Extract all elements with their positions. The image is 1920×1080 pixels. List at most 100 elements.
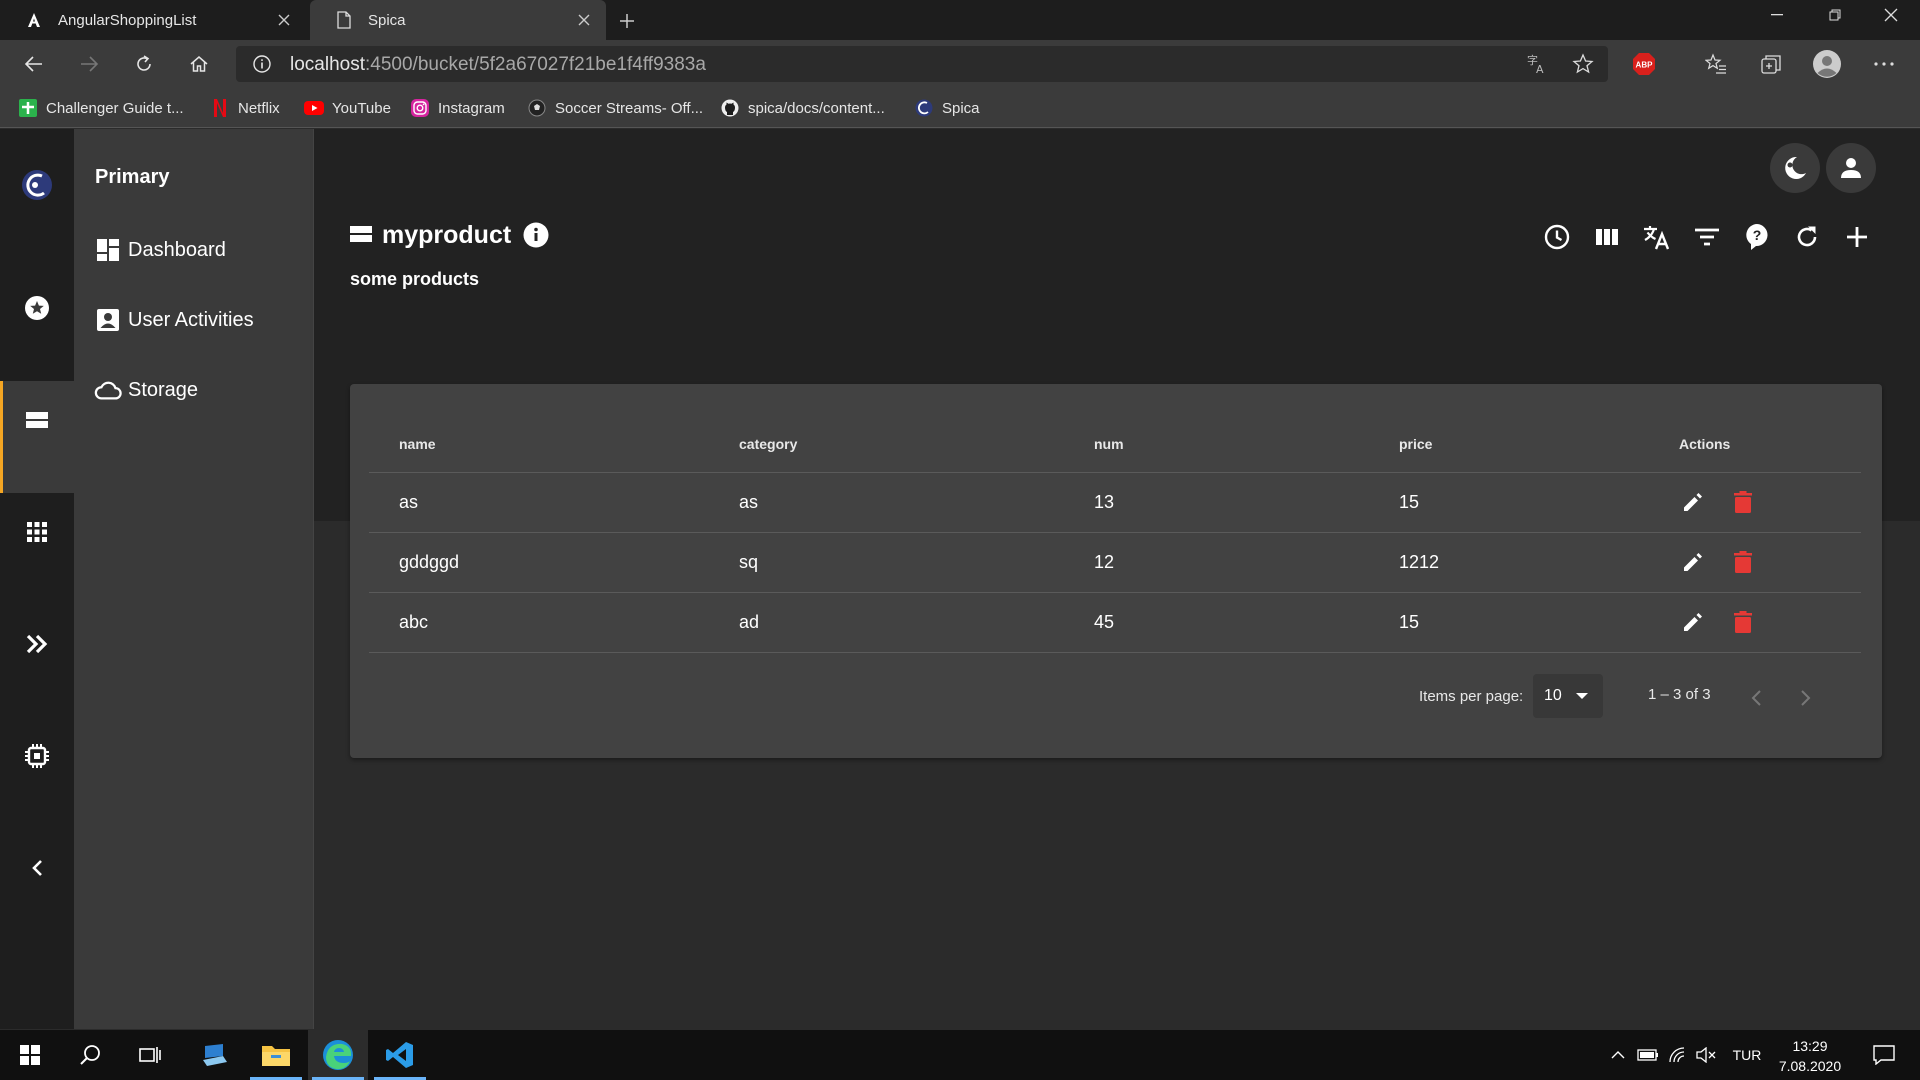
history-icon[interactable]: [1541, 221, 1573, 253]
close-tab-icon[interactable]: [274, 10, 294, 30]
data-table-card: name category num price Actions as as 13…: [350, 384, 1882, 758]
chevron-up-icon[interactable]: [1605, 1030, 1631, 1080]
page-icon: [334, 10, 354, 30]
filter-icon[interactable]: [1691, 221, 1723, 253]
column-header[interactable]: price: [1369, 416, 1679, 473]
table-row[interactable]: as as 13 15: [369, 472, 1861, 533]
start-button[interactable]: [0, 1030, 60, 1080]
clock[interactable]: 13:29 7.08.2020: [1770, 1036, 1850, 1076]
restore-button[interactable]: [1806, 0, 1864, 30]
cell-actions: [1679, 532, 1861, 593]
previous-page-button[interactable]: [1740, 682, 1772, 714]
profile-avatar[interactable]: [1811, 48, 1843, 80]
rail-primary-star-icon[interactable]: [0, 252, 74, 364]
items-per-page-select[interactable]: 10: [1533, 674, 1603, 718]
items-per-page-label: Items per page:: [1419, 688, 1524, 705]
collections-icon[interactable]: [1755, 48, 1787, 80]
forward-button[interactable]: [73, 48, 105, 80]
edge-browser-icon[interactable]: [308, 1030, 368, 1080]
more-menu-icon[interactable]: [1868, 48, 1900, 80]
menu-item-dashboard[interactable]: Dashboard: [94, 235, 226, 265]
delete-icon[interactable]: [1729, 488, 1757, 516]
bookmark-instagram[interactable]: Instagram: [410, 96, 505, 120]
translate-icon[interactable]: [1641, 221, 1673, 253]
refresh-button[interactable]: [128, 48, 160, 80]
refresh-icon[interactable]: [1791, 221, 1823, 253]
rail-chip-icon[interactable]: [0, 700, 74, 812]
bookmark-spica-docs[interactable]: spica/docs/content...: [720, 96, 885, 120]
battery-icon[interactable]: [1635, 1030, 1661, 1080]
search-icon[interactable]: [60, 1030, 120, 1080]
delete-icon[interactable]: [1729, 608, 1757, 636]
bookmark-challenger-guide[interactable]: Challenger Guide t...: [18, 96, 184, 120]
menu-item-user-activities[interactable]: User Activities: [94, 305, 254, 335]
columns-icon[interactable]: [1591, 221, 1623, 253]
column-header[interactable]: name: [369, 416, 709, 473]
wifi-icon[interactable]: [1665, 1030, 1691, 1080]
spica-logo[interactable]: [0, 129, 74, 241]
theme-toggle-button[interactable]: [1770, 143, 1820, 193]
bookmark-youtube[interactable]: YouTube: [304, 96, 391, 120]
rail-collapse-chevron-icon[interactable]: [0, 812, 74, 924]
tab-spica[interactable]: Spica: [310, 0, 606, 40]
edit-icon[interactable]: [1679, 488, 1707, 516]
bucket-name: myproduct: [382, 220, 512, 249]
url-text: localhost:4500/bucket/5f2a67027f21be1f4f…: [290, 54, 706, 75]
favorites-icon[interactable]: [1700, 48, 1732, 80]
close-tab-icon[interactable]: [574, 10, 594, 30]
edit-icon[interactable]: [1679, 608, 1707, 636]
rail-apps-grid-icon[interactable]: [0, 476, 74, 588]
bookmark-spica[interactable]: Spica: [914, 96, 980, 120]
input-language[interactable]: TUR: [1728, 1030, 1766, 1080]
notification-icon[interactable]: [1864, 1030, 1904, 1080]
file-explorer-icon[interactable]: [246, 1030, 306, 1080]
edit-icon[interactable]: [1679, 548, 1707, 576]
rail-double-chevron-icon[interactable]: [0, 588, 74, 700]
green-cross-icon: [18, 98, 38, 118]
address-bar[interactable]: localhost:4500/bucket/5f2a67027f21be1f4f…: [236, 46, 1608, 82]
back-button[interactable]: [18, 48, 50, 80]
adblock-extension-button[interactable]: ABP: [1628, 48, 1660, 80]
instagram-icon: [410, 98, 430, 118]
star-icon[interactable]: [1572, 53, 1594, 75]
close-window-button[interactable]: [1862, 0, 1920, 30]
task-view-icon[interactable]: [120, 1030, 180, 1080]
info-icon[interactable]: [523, 222, 549, 248]
rail-bucket-icon[interactable]: [0, 364, 74, 476]
account-box-icon: [94, 306, 122, 334]
volume-muted-icon[interactable]: [1693, 1030, 1719, 1080]
next-page-button[interactable]: [1790, 682, 1822, 714]
info-icon[interactable]: [252, 54, 272, 74]
minimize-button[interactable]: [1748, 0, 1806, 30]
svg-text:?: ?: [1753, 227, 1762, 243]
main-content: myproduct some products ? name category …: [314, 129, 1920, 1029]
bucket-description: some products: [350, 269, 480, 289]
new-tab-button[interactable]: [614, 8, 640, 34]
bookmark-netflix[interactable]: Netflix: [210, 96, 280, 120]
table-row[interactable]: gddggd sq 12 1212: [369, 532, 1861, 593]
home-button[interactable]: [183, 48, 215, 80]
add-icon[interactable]: [1841, 221, 1873, 253]
menu-item-storage[interactable]: Storage: [94, 375, 198, 405]
account-button[interactable]: [1826, 143, 1876, 193]
cell-category: as: [709, 472, 1064, 533]
svg-text:A: A: [1536, 63, 1544, 75]
menu-item-label: User Activities: [128, 308, 254, 331]
tab-angular-shopping-list[interactable]: AngularShoppingList: [0, 0, 306, 40]
taskbar-app-icon[interactable]: [184, 1030, 244, 1080]
column-header[interactable]: category: [709, 416, 1064, 473]
data-table: name category num price Actions as as 13…: [369, 416, 1861, 653]
bucket-icon: [350, 226, 372, 244]
delete-icon[interactable]: [1729, 548, 1757, 576]
help-icon[interactable]: ?: [1741, 221, 1773, 253]
column-header[interactable]: num: [1064, 416, 1369, 473]
tab-title: Spica: [368, 11, 406, 29]
cell-num: 12: [1064, 532, 1369, 593]
bookmark-soccer-streams[interactable]: Soccer Streams- Off...: [527, 96, 703, 120]
table-row[interactable]: abc ad 45 15: [369, 592, 1861, 653]
cell-name: gddggd: [369, 532, 709, 593]
translate-icon[interactable]: 字A: [1526, 53, 1548, 75]
vscode-icon[interactable]: [370, 1030, 430, 1080]
table-header-row: name category num price Actions: [369, 416, 1861, 473]
dashboard-icon: [94, 236, 122, 264]
